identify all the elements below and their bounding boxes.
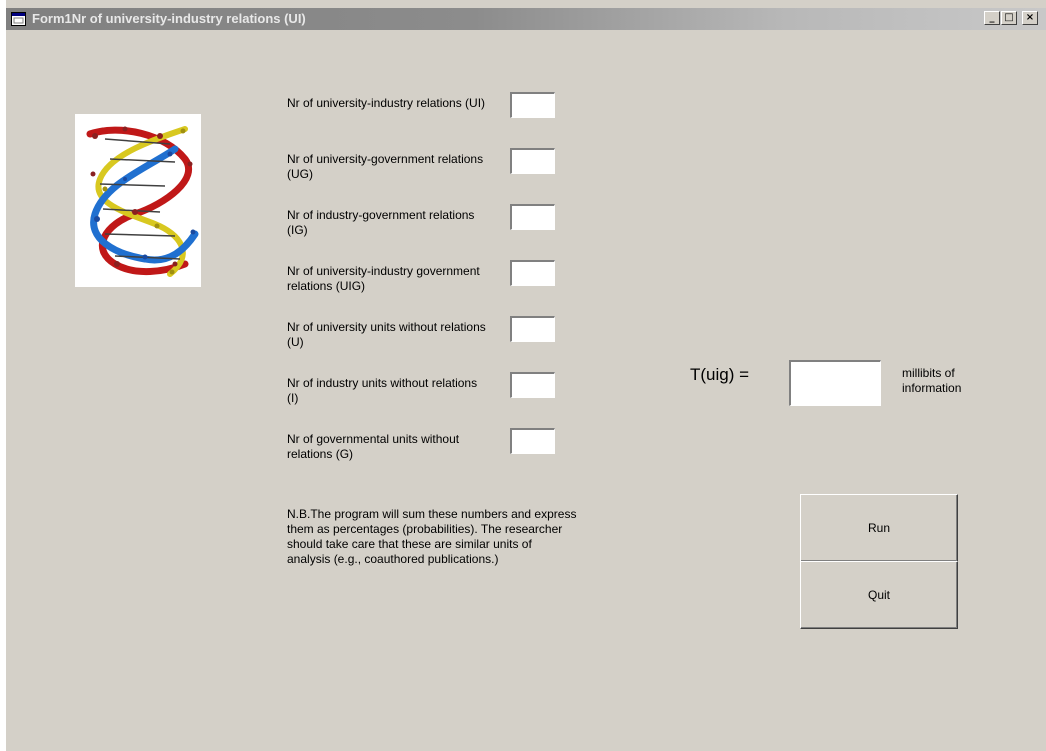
label-u: Nr of university units without relations…: [287, 320, 486, 349]
input-uig[interactable]: [510, 260, 555, 286]
label-i: Nr of industry units without relations (…: [287, 376, 478, 405]
input-u[interactable]: [510, 316, 555, 342]
input-g[interactable]: [510, 428, 555, 454]
maximize-button[interactable]: □: [1001, 11, 1017, 25]
input-ig[interactable]: [510, 204, 555, 230]
input-ug[interactable]: [510, 148, 555, 174]
label-g: Nr of governmental units without relatio…: [287, 432, 460, 461]
label-ug: Nr of university-government relations (U…: [287, 152, 484, 181]
result-label: T(uig) =: [690, 365, 750, 384]
input-ui[interactable]: [510, 92, 555, 118]
title-bar[interactable]: Form1Nr of university-industry relations…: [6, 8, 1046, 30]
label-ig: Nr of industry-government relations (IG): [287, 208, 475, 237]
quit-button[interactable]: Quit: [800, 561, 958, 629]
maximize-icon: □: [1004, 12, 1014, 23]
window-title: Form1Nr of university-industry relations…: [32, 11, 306, 26]
app-window: Form1Nr of university-industry relations…: [0, 0, 1046, 751]
input-i[interactable]: [510, 372, 555, 398]
run-button[interactable]: Run: [800, 494, 958, 562]
unit-label: millibits of information: [902, 366, 962, 395]
note-text: N.B.The program will sum these numbers a…: [287, 507, 577, 566]
minimize-icon: _: [989, 12, 995, 23]
close-button[interactable]: ×: [1022, 11, 1038, 25]
window-left-edge: [0, 0, 6, 751]
dna-double-helix-image: [75, 114, 201, 287]
result-output[interactable]: [789, 360, 881, 406]
minimize-button[interactable]: _: [984, 11, 1000, 25]
window-icon[interactable]: [11, 11, 26, 26]
label-uig: Nr of university-industry government rel…: [287, 264, 480, 293]
close-icon: ×: [1025, 12, 1035, 23]
label-ui: Nr of university-industry relations (UI): [287, 96, 486, 110]
